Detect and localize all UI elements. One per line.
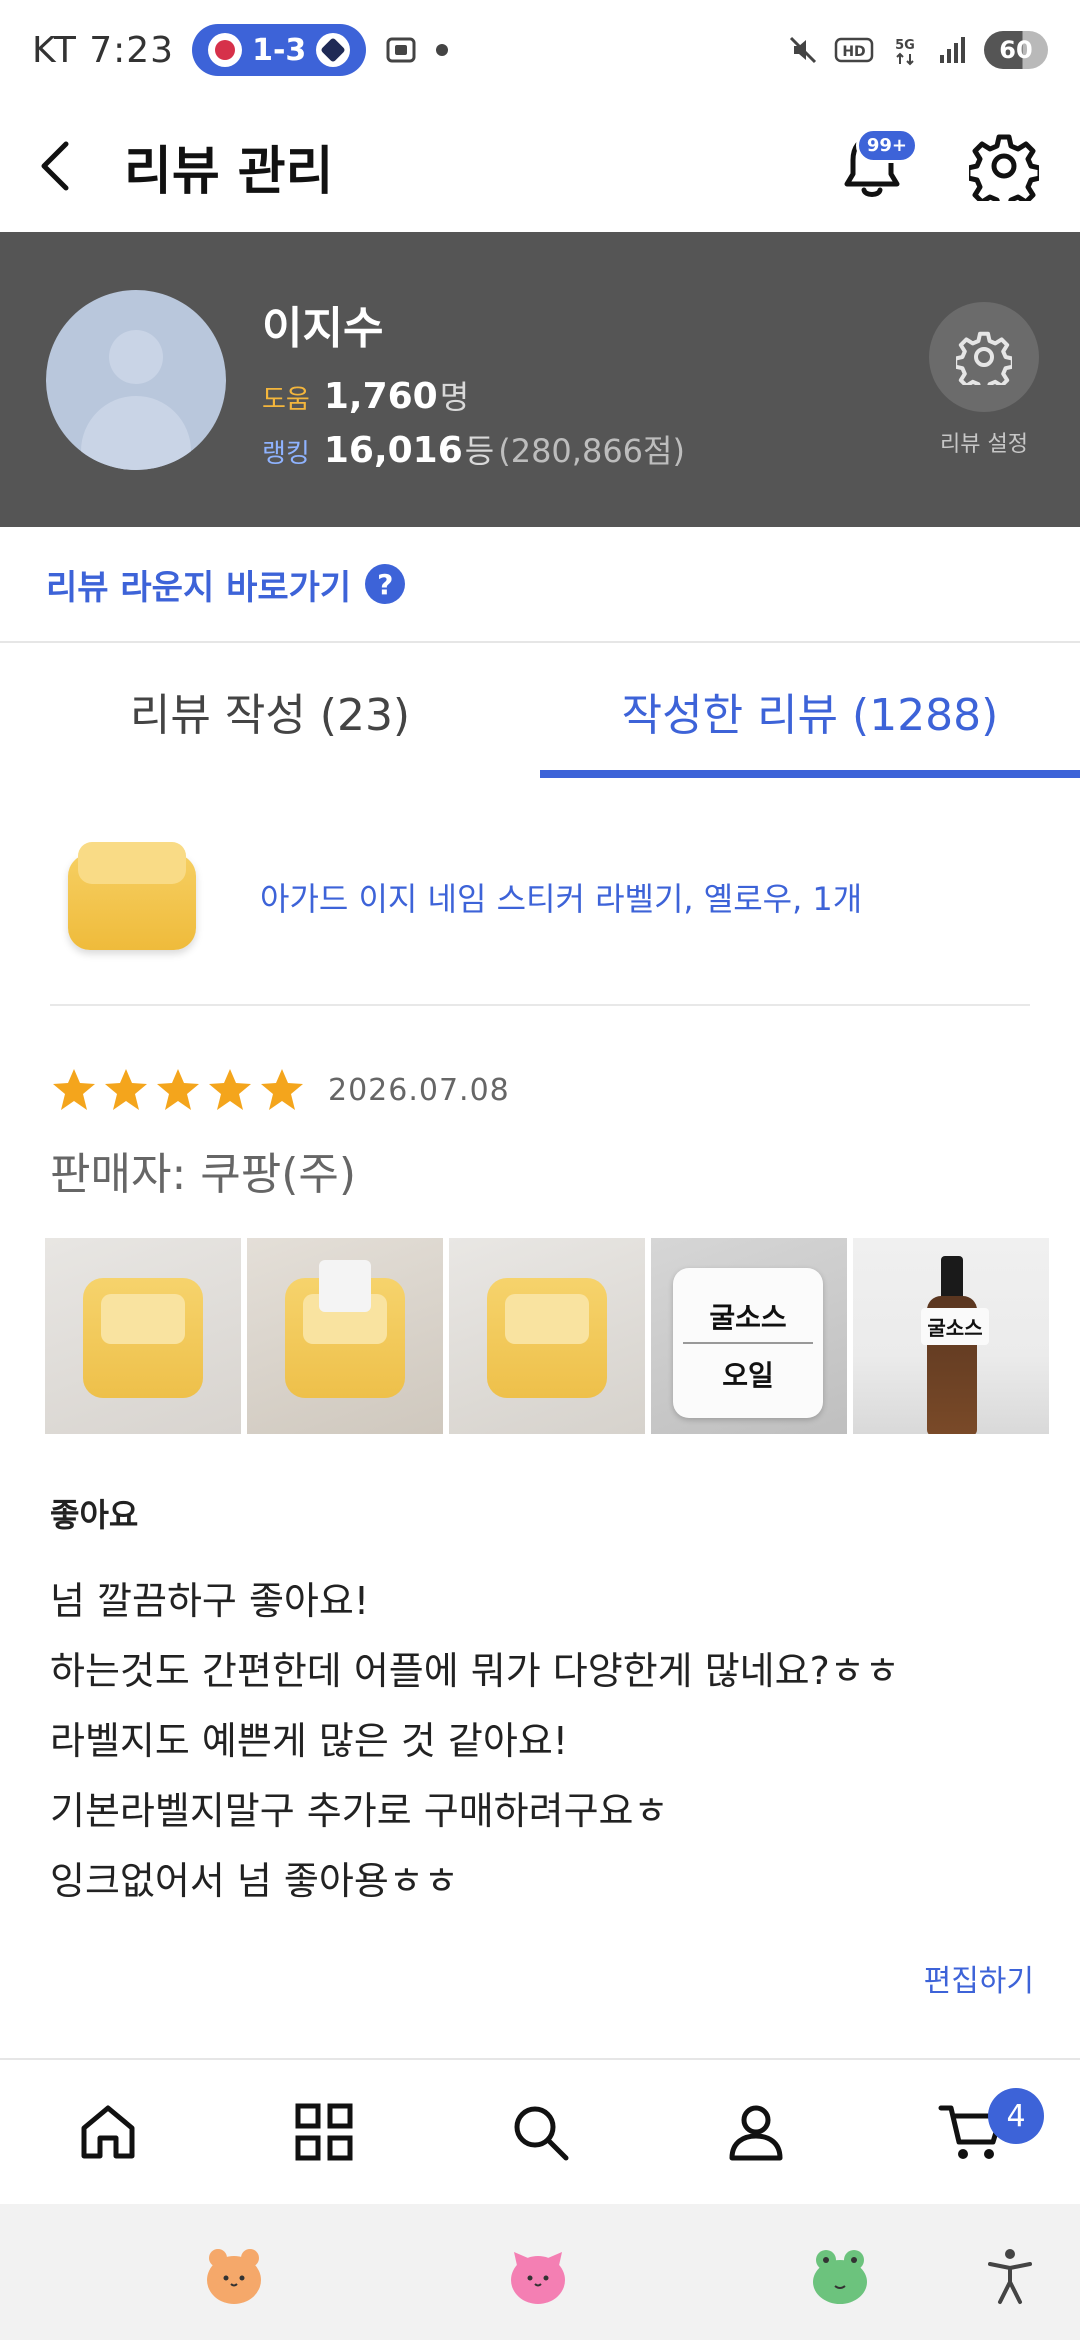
mute-icon [789, 36, 817, 64]
nav-home[interactable] [0, 2060, 216, 2204]
account-icon [729, 2105, 783, 2161]
review-product[interactable]: 아가드 이지 네임 스티커 라벨기, 옐로우, 1개 [50, 790, 1030, 1006]
nav-account[interactable] [648, 2060, 864, 2204]
app-header: 리뷰 관리 99+ [0, 100, 1080, 232]
screenshot-icon [386, 37, 416, 63]
avatar [46, 290, 226, 470]
pink-cat-icon [511, 2252, 565, 2304]
help-icon[interactable]: ? [365, 564, 406, 604]
review-line: 라벨지도 예쁜게 많은 것 같아요! [50, 1719, 569, 1763]
review-line: 잉크없어서 넘 좋아용ㅎㅎ [50, 1859, 459, 1903]
rank-label: 랭킹 [262, 439, 310, 469]
star-icon [105, 1069, 147, 1110]
search-icon [514, 2106, 569, 2161]
hd-voice-icon: HD [834, 37, 874, 63]
review-tabs: 리뷰 작성 (23) 작성한 리뷰 (1288) [0, 643, 1080, 778]
recent-apps-button[interactable] [202, 2244, 266, 2308]
help-label: 도움 [262, 385, 310, 415]
rank-unit: 등 [464, 432, 495, 470]
battery-indicator: 60 [984, 31, 1048, 69]
photo-label-text: 굴소스 [709, 1301, 787, 1334]
home-icon [81, 2105, 135, 2159]
review-photo[interactable]: 굴소스 [853, 1238, 1049, 1434]
rank-points: (280,866점) [498, 432, 685, 470]
accessibility-button[interactable] [978, 2244, 1042, 2308]
back-button[interactable] [36, 126, 96, 206]
tab-write-review[interactable]: 리뷰 작성 (23) [0, 643, 540, 778]
cart-count-badge: 4 [988, 2088, 1044, 2144]
svg-text:HD: HD [842, 44, 865, 60]
star-icon [209, 1069, 251, 1110]
system-nav-bar [0, 2204, 1080, 2340]
review-photo[interactable] [45, 1238, 241, 1434]
carrier-time: KT 7:23 [32, 29, 175, 71]
nav-search[interactable] [432, 2060, 648, 2204]
rank-value: 16,016 [323, 430, 463, 471]
chevron-left-icon [41, 141, 69, 191]
away-team-logo-icon [316, 33, 351, 67]
home-system-button[interactable] [506, 2244, 570, 2308]
help-unit: 명 [439, 378, 470, 416]
notification-count-badge: 99+ [855, 128, 918, 163]
review-photo[interactable] [247, 1238, 443, 1434]
settings-button[interactable] [964, 126, 1044, 206]
review-line: 기본라벨지말구 추가로 구매하려구요ㅎ [50, 1789, 669, 1833]
live-score: 1-3 [252, 32, 307, 68]
status-bar: KT 7:23 1-3 HD 5G 60 [0, 0, 1080, 100]
page-title: 리뷰 관리 [124, 141, 334, 202]
star-icon [157, 1069, 199, 1110]
accessibility-icon [988, 2249, 1032, 2304]
photo-label-text: 오일 [722, 1359, 774, 1392]
star-icon [53, 1069, 95, 1110]
review-line: 하는것도 간편한데 어플에 뭐가 다양한게 많네요?ㅎㅎ [50, 1649, 900, 1693]
categories-icon [295, 2103, 353, 2161]
notifications-button[interactable]: 99+ [832, 126, 918, 206]
review-line: 넘 깔끔하구 좋아요! [50, 1579, 370, 1623]
review-photos: 굴소스 오일 굴소스 [45, 1238, 1049, 1434]
seller-label: 판매자: 쿠팡(주) [50, 1149, 357, 1200]
review-lounge-link[interactable]: 리뷰 라운지 바로가기 ? [0, 527, 1080, 643]
ranking-row: 랭킹 16,016 등 (280,866점) [262, 426, 685, 472]
photo-label-text: 굴소스 [921, 1308, 989, 1345]
help-value: 1,760 [323, 376, 438, 417]
rating-row: 2026.07.08 [50, 1066, 510, 1114]
nav-cart[interactable]: 4 [864, 2060, 1080, 2204]
notification-dot-icon [436, 44, 449, 56]
signal-icon [940, 37, 965, 63]
review-photo[interactable]: 굴소스 오일 [651, 1238, 847, 1434]
5g-network-icon: 5G [895, 38, 915, 66]
review-settings-button[interactable]: 리뷰 설정 [924, 302, 1044, 458]
product-thumbnail[interactable] [60, 832, 210, 962]
review-lounge-label: 리뷰 라운지 바로가기 [46, 567, 352, 608]
live-score-pill[interactable]: 1-3 [192, 24, 367, 76]
review-settings-label: 리뷰 설정 [940, 432, 1028, 457]
nav-categories[interactable] [216, 2060, 432, 2204]
product-name-link[interactable]: 아가드 이지 네임 스티커 라벨기, 옐로우, 1개 [260, 874, 862, 920]
review-title: 좋아요 [50, 1496, 139, 1534]
edit-review-button[interactable]: 편집하기 [924, 1956, 1034, 2000]
gear-icon [956, 331, 1012, 385]
tab-written-reviews[interactable]: 작성한 리뷰 (1288) [540, 643, 1080, 778]
home-team-logo-icon [208, 33, 243, 67]
back-system-button[interactable] [808, 2244, 872, 2308]
gear-icon [969, 134, 1039, 201]
review-body: 넘 깔끔하구 좋아요! 하는것도 간편한데 어플에 뭐가 다양한게 많네요?ㅎㅎ… [50, 1566, 1030, 1916]
bottom-nav: 4 [0, 2058, 1080, 2204]
orange-bear-icon [207, 2249, 261, 2304]
profile-summary: 이지수 도움 1,760 명 랭킹 16,016 등 (280,866점) 리뷰… [0, 232, 1080, 527]
green-frog-icon [813, 2250, 867, 2304]
star-icon [261, 1069, 303, 1110]
user-name: 이지수 [262, 303, 384, 354]
review-date: 2026.07.08 [328, 1072, 510, 1108]
help-count-row: 도움 1,760 명 [262, 372, 469, 418]
review-photo[interactable] [449, 1238, 645, 1434]
svg-text:5G: 5G [895, 38, 915, 53]
